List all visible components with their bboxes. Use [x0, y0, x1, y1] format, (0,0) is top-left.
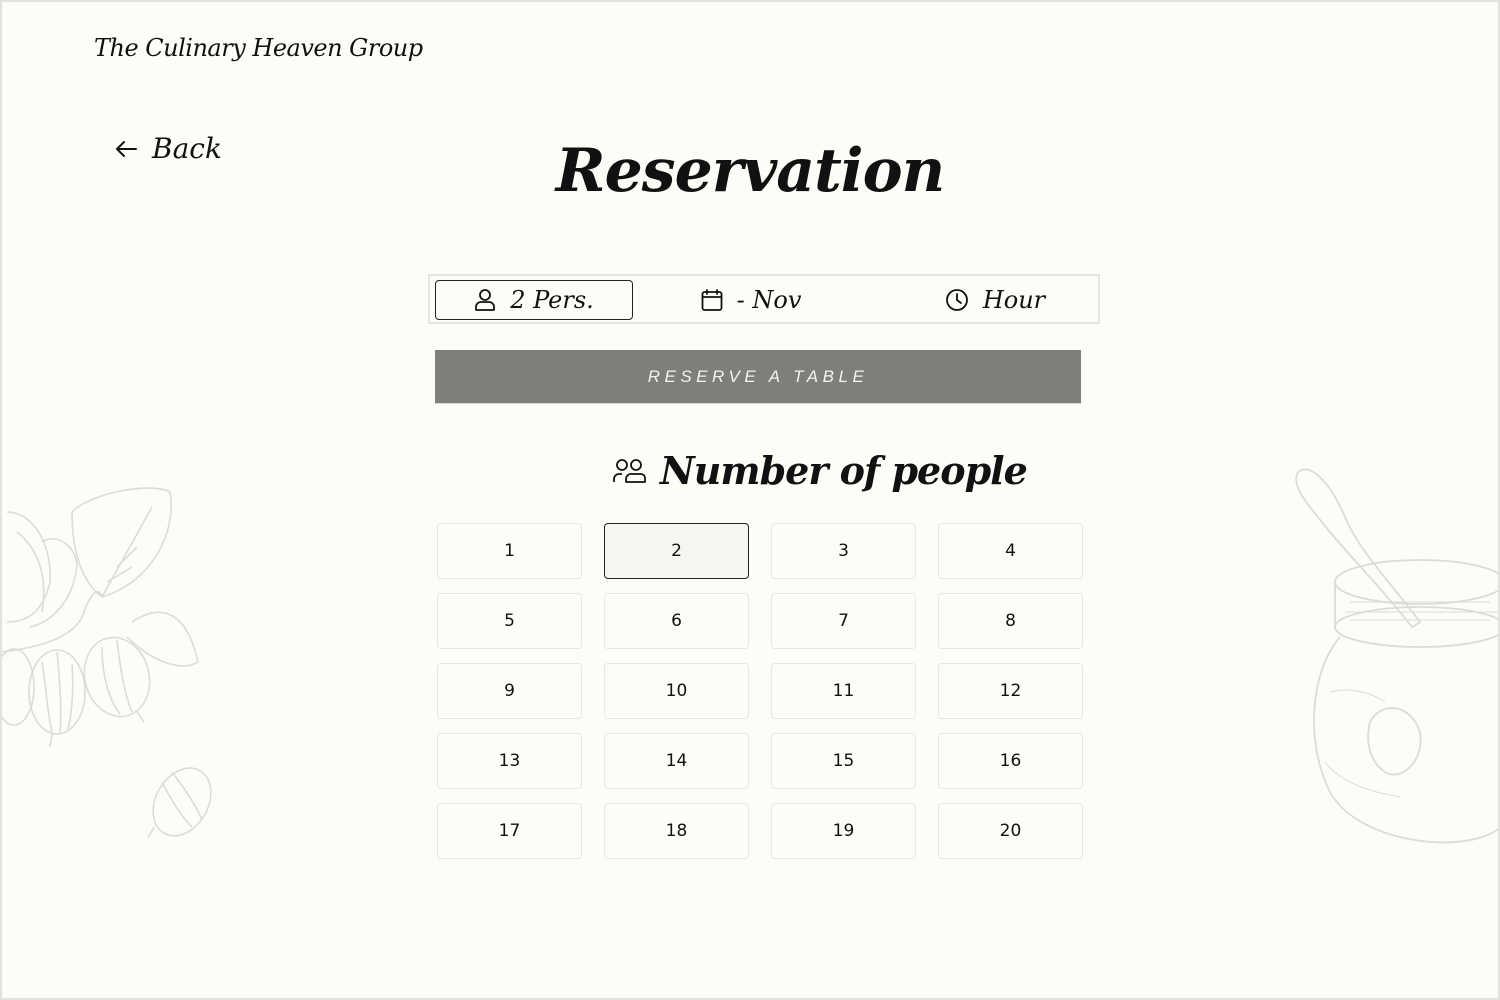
persons-label: 2 Pers.: [510, 286, 594, 314]
hour-label: Hour: [982, 286, 1046, 314]
people-option-5[interactable]: 5: [437, 593, 582, 649]
people-icon: [613, 458, 646, 483]
person-icon: [475, 289, 496, 311]
people-option-19[interactable]: 19: [771, 803, 916, 859]
people-option-3[interactable]: 3: [771, 523, 916, 579]
people-option-15[interactable]: 15: [771, 733, 916, 789]
people-option-6[interactable]: 6: [604, 593, 749, 649]
people-option-8[interactable]: 8: [938, 593, 1083, 649]
brand-logo[interactable]: The Culinary Heaven Group: [94, 34, 423, 62]
people-option-12[interactable]: 12: [938, 663, 1083, 719]
persons-tab[interactable]: 2 Pers.: [435, 280, 633, 320]
gooseberry-illustration: [2, 487, 212, 839]
people-option-13[interactable]: 13: [437, 733, 582, 789]
clock-icon: [945, 289, 968, 311]
people-option-14[interactable]: 14: [604, 733, 749, 789]
people-option-16[interactable]: 16: [938, 733, 1083, 789]
people-option-17[interactable]: 17: [437, 803, 582, 859]
calendar-icon: [701, 289, 723, 311]
people-option-18[interactable]: 18: [604, 803, 749, 859]
people-option-4[interactable]: 4: [938, 523, 1083, 579]
hour-tab[interactable]: Hour: [910, 280, 1080, 320]
date-tab[interactable]: - Nov: [666, 280, 836, 320]
number-of-people-label: Number of people: [660, 448, 1028, 493]
people-option-20[interactable]: 20: [938, 803, 1083, 859]
people-option-10[interactable]: 10: [604, 663, 749, 719]
reserve-table-button[interactable]: RESERVE A TABLE: [435, 350, 1081, 403]
people-option-9[interactable]: 9: [437, 663, 582, 719]
people-option-11[interactable]: 11: [771, 663, 916, 719]
number-of-people-heading: Number of people: [612, 448, 1028, 493]
people-count-grid: 1 2 3 4 5 6 7 8 9 10 11 12 13 14 15 16 17 18 19 20: [437, 523, 1083, 859]
people-option-1[interactable]: 1: [437, 523, 582, 579]
date-label: - Nov: [736, 286, 802, 314]
jar-illustration: [1295, 468, 1498, 844]
people-option-7[interactable]: 7: [771, 593, 916, 649]
people-option-2[interactable]: 2: [604, 523, 749, 579]
reservation-selector: 2 Pers. - Nov Hour: [428, 274, 1100, 324]
page-title: Reservation: [555, 136, 946, 206]
reservation-page: The Culinary Heaven Group Back Reservati…: [2, 2, 1498, 998]
